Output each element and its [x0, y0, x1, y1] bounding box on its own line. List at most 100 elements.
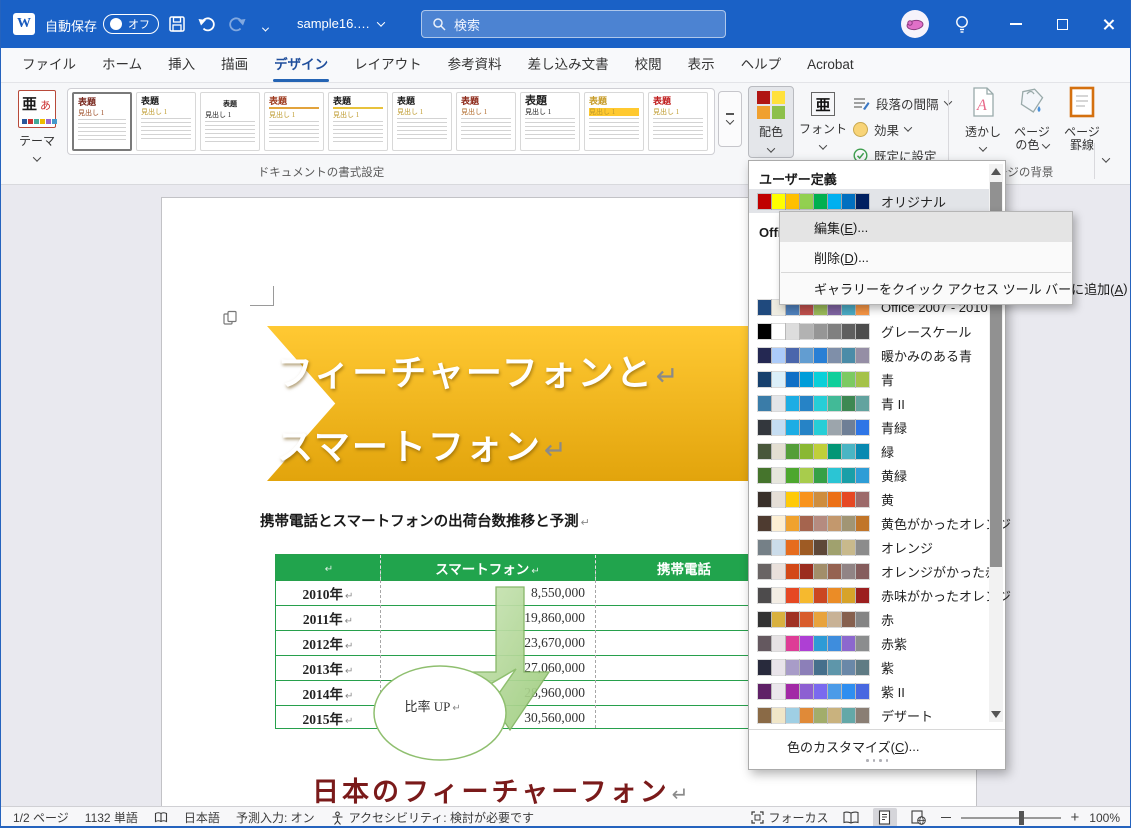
watermark-button[interactable]: A 透かし: [959, 86, 1007, 157]
autosave-toggle[interactable]: オフ: [103, 14, 159, 34]
zoom-out-button[interactable]: [940, 816, 951, 819]
scheme-swatches: [757, 514, 870, 532]
swatch: [841, 514, 856, 532]
style-set-thumb-3[interactable]: 表題 見出し 1: [264, 92, 324, 151]
scheme-row-3[interactable]: 青: [749, 367, 989, 391]
tab-5[interactable]: レイアウト: [341, 48, 435, 83]
style-set-thumb-1[interactable]: 表題 見出し 1: [136, 92, 196, 151]
swatch: [855, 538, 870, 556]
custom-scheme-row[interactable]: オリジナル: [749, 189, 992, 213]
scheme-row-6[interactable]: 緑: [749, 439, 989, 463]
scheme-row-9[interactable]: 黄色がかったオレンジ: [749, 511, 1011, 535]
swatch: [799, 586, 814, 604]
page-indicator[interactable]: 1/2 ページ: [13, 809, 69, 826]
color-chip: [22, 119, 27, 124]
undo-icon[interactable]: [197, 14, 217, 34]
resize-handle[interactable]: [749, 759, 1005, 762]
paragraph-spacing-button[interactable]: 段落の間隔: [853, 94, 952, 112]
tab-0[interactable]: ファイル: [9, 48, 89, 83]
word-app-icon[interactable]: W: [13, 13, 35, 35]
collapse-ribbon-chevron-icon[interactable]: [1101, 154, 1111, 163]
close-button[interactable]: [1085, 0, 1130, 48]
accessibility-status[interactable]: アクセシビリティ: 検討が必要です: [331, 809, 534, 826]
zoom-in-button[interactable]: +: [1071, 810, 1080, 825]
tab-11[interactable]: Acrobat: [794, 48, 867, 83]
scheme-row-5[interactable]: 青緑: [749, 415, 989, 439]
tab-7[interactable]: 差し込み文書: [515, 48, 622, 83]
swatch: [841, 322, 856, 340]
swatch: [813, 346, 828, 364]
swatch: [827, 490, 842, 508]
avatar[interactable]: [901, 10, 929, 38]
customize-qat-chevron-icon[interactable]: [261, 20, 273, 32]
zoom-level[interactable]: 100%: [1089, 811, 1120, 825]
style-set-thumb-0[interactable]: 表題 見出し 1: [72, 92, 132, 151]
scroll-down-icon[interactable]: [991, 711, 1001, 718]
zoom-slider[interactable]: [960, 810, 1061, 825]
scroll-up-icon[interactable]: [991, 168, 1001, 175]
scheme-row-15[interactable]: 紫: [749, 655, 989, 679]
style-set-thumb-5[interactable]: 表題 見出し 1: [392, 92, 452, 151]
tab-4[interactable]: デザイン: [261, 48, 341, 83]
style-set-thumb-8[interactable]: 表題 見出し 1: [584, 92, 644, 151]
read-mode-button[interactable]: [839, 808, 863, 828]
scheme-row-10[interactable]: オレンジ: [749, 535, 989, 559]
themes-button[interactable]: 亜あ テーマ: [11, 90, 63, 178]
redo-icon[interactable]: [227, 14, 247, 34]
scheme-row-17[interactable]: デザート: [749, 703, 989, 727]
tab-3[interactable]: 描画: [208, 48, 261, 83]
gallery-more-button[interactable]: [718, 91, 742, 147]
scheme-row-4[interactable]: 青 II: [749, 391, 989, 415]
page-borders-button[interactable]: ページ 罫線: [1059, 86, 1105, 152]
web-layout-button[interactable]: [907, 808, 931, 828]
text-prediction-indicator[interactable]: 予測入力: オン: [236, 809, 315, 826]
language-indicator[interactable]: 日本語: [184, 809, 220, 826]
scheme-swatches: [757, 682, 870, 700]
style-set-thumb-6[interactable]: 表題 見出し 1: [456, 92, 516, 151]
style-set-thumb-7[interactable]: 表題 見出し 1: [520, 92, 580, 151]
swatch: [799, 562, 814, 580]
scheme-row-7[interactable]: 黄緑: [749, 463, 989, 487]
context-menu-item-1[interactable]: 削除(D)...: [780, 242, 1072, 272]
scheme-row-2[interactable]: 暖かみのある青: [749, 343, 989, 367]
lightbulb-icon[interactable]: [953, 14, 971, 34]
print-layout-button[interactable]: [872, 807, 897, 828]
scheme-swatches: [757, 706, 870, 724]
swatch: [855, 658, 870, 676]
context-menu-item-2[interactable]: ギャラリーをクイック アクセス ツール バーに追加(A): [780, 273, 1128, 303]
save-icon[interactable]: [167, 14, 187, 34]
scheme-row-13[interactable]: 赤: [749, 607, 989, 631]
proofing-status[interactable]: [154, 811, 168, 825]
fonts-button[interactable]: 亜 フォント: [798, 86, 848, 158]
tab-1[interactable]: ホーム: [89, 48, 155, 83]
swatch: [827, 586, 842, 604]
maximize-button[interactable]: [1039, 0, 1085, 48]
effects-button[interactable]: 効果: [853, 120, 913, 138]
scheme-row-12[interactable]: 赤味がかったオレンジ: [749, 583, 1011, 607]
tab-6[interactable]: 参考資料: [435, 48, 515, 83]
tab-2[interactable]: 挿入: [155, 48, 208, 83]
scheme-row-11[interactable]: オレンジがかった赤: [749, 559, 998, 583]
scheme-row-14[interactable]: 赤紫: [749, 631, 989, 655]
style-set-thumb-4[interactable]: 表題 見出し 1: [328, 92, 388, 151]
page-color-button[interactable]: ページ の色: [1009, 86, 1055, 152]
zoom-slider-thumb[interactable]: [1018, 810, 1024, 825]
focus-button[interactable]: フォーカス: [750, 809, 829, 826]
search-input[interactable]: 検索: [421, 10, 726, 38]
swatch: [757, 682, 772, 700]
style-set-thumb-9[interactable]: 表題 見出し 1: [648, 92, 708, 151]
minimize-button[interactable]: [993, 0, 1039, 48]
word-count[interactable]: 1132 単語: [85, 809, 138, 826]
customize-colors-item[interactable]: 色のカスタマイズ(C)...: [749, 733, 1005, 759]
tab-10[interactable]: ヘルプ: [728, 48, 795, 83]
scheme-row-8[interactable]: 黄: [749, 487, 989, 511]
style-set-thumb-2[interactable]: 表題 見出し 1: [200, 92, 260, 151]
tab-8[interactable]: 校閲: [622, 48, 675, 83]
tab-9[interactable]: 表示: [675, 48, 728, 83]
document-title[interactable]: sample16.…: [297, 16, 386, 31]
swatch: [785, 634, 800, 652]
scheme-row-16[interactable]: 紫 II: [749, 679, 989, 703]
colors-button[interactable]: 配色: [748, 86, 794, 158]
scheme-row-1[interactable]: グレースケール: [749, 319, 989, 343]
context-menu-item-0[interactable]: 編集(E)...: [780, 212, 1072, 242]
